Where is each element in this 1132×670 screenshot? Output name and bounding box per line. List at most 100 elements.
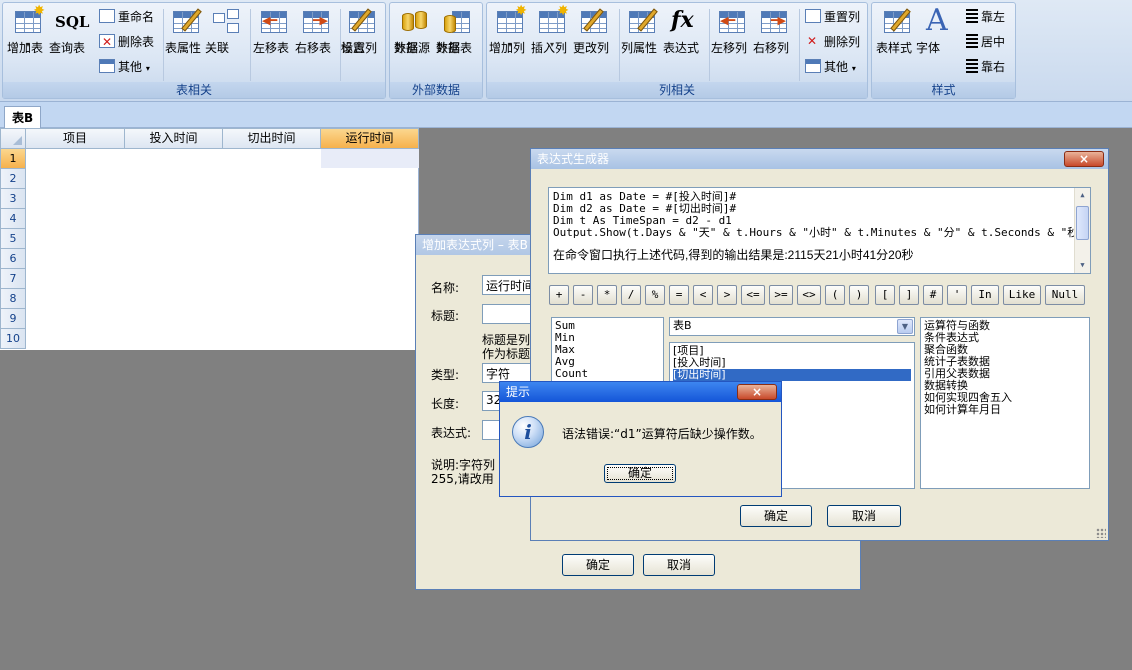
row-header[interactable]: 1 bbox=[0, 149, 26, 169]
editor-scrollbar[interactable]: ▲ ▼ bbox=[1074, 188, 1090, 273]
list-item[interactable]: Count bbox=[555, 368, 660, 380]
align-center-button[interactable]: 居中 bbox=[966, 32, 1005, 52]
table-tab-bar: 表B bbox=[0, 102, 1132, 128]
group-label-column: 列相关 bbox=[487, 82, 867, 98]
align-right-button[interactable]: 靠右 bbox=[966, 57, 1005, 77]
expression-editor[interactable]: Dim d1 as Date = #[投入时间]# Dim d2 as Date… bbox=[548, 187, 1091, 274]
font-button[interactable]: A 字体 bbox=[916, 3, 958, 55]
operator-button[interactable]: <= bbox=[741, 285, 765, 305]
operator-button[interactable]: >= bbox=[769, 285, 793, 305]
delete-table-button[interactable]: ✕ 删除表 bbox=[99, 32, 154, 52]
reset-column-icon bbox=[805, 9, 821, 23]
operator-button[interactable]: < bbox=[693, 285, 713, 305]
row-header[interactable]: 5 bbox=[0, 229, 26, 249]
operator-button[interactable]: * bbox=[597, 285, 617, 305]
modify-column-button[interactable]: 更改列 bbox=[573, 7, 615, 55]
separator bbox=[799, 9, 800, 81]
operator-button[interactable]: Null bbox=[1045, 285, 1085, 305]
operator-button[interactable]: > bbox=[717, 285, 737, 305]
move-column-right-button[interactable]: ━▶ 右移列 bbox=[753, 7, 795, 55]
window-title: 表达式生成器 bbox=[531, 149, 1108, 169]
insert-column-button[interactable]: ✸ 插入列 ▾ bbox=[531, 4, 573, 55]
operator-button[interactable]: = bbox=[669, 285, 689, 305]
operator-button[interactable]: - bbox=[573, 285, 593, 305]
scroll-down-icon[interactable]: ▼ bbox=[1075, 258, 1090, 273]
operator-button[interactable]: # bbox=[923, 285, 943, 305]
column-header-cut-time[interactable]: 切出时间 bbox=[223, 128, 321, 149]
query-table-button[interactable]: SQL 查询表 bbox=[49, 7, 91, 55]
help-topic-list[interactable]: 运算符与函数 条件表达式 聚合函数 统计子表数据 引用父表数据 数据转换 如何实… bbox=[920, 317, 1090, 489]
operator-button[interactable]: In bbox=[971, 285, 999, 305]
operator-button[interactable]: [ bbox=[875, 285, 895, 305]
operator-button[interactable]: ) bbox=[849, 285, 869, 305]
caption-note: 作为标题 bbox=[482, 347, 531, 361]
row-header[interactable]: 8 bbox=[0, 289, 26, 309]
database-icon bbox=[400, 7, 430, 37]
delete-table-icon: ✕ bbox=[99, 34, 115, 49]
ok-button[interactable]: 确定 bbox=[740, 505, 812, 527]
ok-button[interactable]: 确定 bbox=[604, 464, 676, 483]
align-right-icon bbox=[966, 59, 978, 73]
table-select[interactable]: 表B ▼ bbox=[669, 317, 915, 336]
tab-table-b[interactable]: 表B bbox=[4, 106, 42, 128]
add-column-button[interactable]: ✸ 增加列 ▾ bbox=[489, 4, 531, 55]
close-button[interactable]: × bbox=[1064, 151, 1104, 167]
table-icon bbox=[99, 59, 115, 73]
operator-button[interactable]: ] bbox=[899, 285, 919, 305]
operator-button[interactable]: / bbox=[621, 285, 641, 305]
ok-button[interactable]: 确定 bbox=[562, 554, 634, 576]
operator-button[interactable]: ( bbox=[825, 285, 845, 305]
column-other-button[interactable]: 其他 ▾ bbox=[805, 57, 856, 77]
rename-button[interactable]: 重命名 bbox=[99, 7, 154, 27]
column-header-input-time[interactable]: 投入时间 bbox=[125, 128, 223, 149]
table-props-button[interactable]: 表属性 bbox=[165, 7, 207, 55]
resize-grip-icon[interactable] bbox=[1096, 528, 1106, 538]
add-table-button[interactable]: ✸ 增加表 ▾ bbox=[7, 4, 49, 55]
move-table-left-button[interactable]: ◀━ 左移表 bbox=[253, 7, 295, 55]
column-header-item[interactable]: 项目 bbox=[26, 128, 125, 149]
row-header[interactable]: 6 bbox=[0, 249, 26, 269]
list-item[interactable]: 如何计算年月日 bbox=[924, 404, 1086, 416]
table-other-button[interactable]: 其他 ▾ bbox=[99, 57, 150, 77]
cancel-button[interactable]: 取消 bbox=[643, 554, 715, 576]
scroll-up-icon[interactable]: ▲ bbox=[1075, 188, 1090, 203]
operator-button[interactable]: <> bbox=[797, 285, 821, 305]
align-left-button[interactable]: 靠左 bbox=[966, 7, 1005, 27]
list-item-selected[interactable]: [切出时间] bbox=[673, 369, 911, 381]
relation-button[interactable]: 关联 bbox=[205, 7, 247, 55]
row-header[interactable]: 4 bbox=[0, 209, 26, 229]
row-header[interactable]: 7 bbox=[0, 269, 26, 289]
close-button[interactable]: × bbox=[737, 384, 777, 400]
selected-cell[interactable] bbox=[321, 149, 419, 168]
delete-column-button[interactable]: ✕ 删除列 bbox=[805, 32, 860, 52]
column-props-button[interactable]: 列属性 bbox=[621, 7, 663, 55]
expression-label: 表达式: bbox=[431, 426, 472, 440]
operator-button[interactable]: + bbox=[549, 285, 569, 305]
chevron-down-icon[interactable]: ▼ bbox=[897, 319, 913, 334]
operator-button[interactable]: % bbox=[645, 285, 665, 305]
table-style-button[interactable]: 表样式 bbox=[876, 7, 918, 55]
move-table-right-button[interactable]: ━▶ 右移表 bbox=[295, 7, 337, 55]
external-table-button[interactable]: 外部 数据表 bbox=[436, 7, 478, 55]
operator-button[interactable]: ' bbox=[947, 285, 967, 305]
group-label-style: 样式 bbox=[872, 82, 1015, 98]
flag-column-icon bbox=[347, 7, 377, 37]
row-header[interactable]: 3 bbox=[0, 189, 26, 209]
set-flag-column-button[interactable]: 设置 标志列 bbox=[341, 7, 383, 55]
column-header-run-time[interactable]: 运行时间 bbox=[321, 128, 419, 149]
reset-column-button[interactable]: 重置列 bbox=[805, 7, 860, 27]
row-header[interactable]: 2 bbox=[0, 169, 26, 189]
group-table: ✸ 增加表 ▾ SQL 查询表 重命名 ✕ 删除表 其他 ▾ 表属性 关联 ◀━… bbox=[2, 2, 386, 99]
cancel-button[interactable]: 取消 bbox=[827, 505, 901, 527]
expression-button[interactable]: fx 表达式 bbox=[663, 7, 705, 55]
external-source-button[interactable]: 外部 数据源 bbox=[394, 7, 436, 55]
row-header[interactable]: 9 bbox=[0, 309, 26, 329]
grid-corner[interactable] bbox=[0, 128, 26, 149]
result-text: 在命令窗口执行上述代码,得到的输出结果是:2115天21小时41分20秒 bbox=[553, 248, 914, 262]
group-column: ✸ 增加列 ▾ ✸ 插入列 ▾ 更改列 列属性 fx 表达式 ◀━ 左移列 ━▶ bbox=[486, 2, 868, 99]
scroll-thumb[interactable] bbox=[1076, 206, 1089, 240]
info-icon: i bbox=[512, 416, 544, 448]
row-header[interactable]: 10 bbox=[0, 329, 26, 349]
move-column-left-button[interactable]: ◀━ 左移列 bbox=[711, 7, 753, 55]
operator-button[interactable]: Like bbox=[1003, 285, 1041, 305]
